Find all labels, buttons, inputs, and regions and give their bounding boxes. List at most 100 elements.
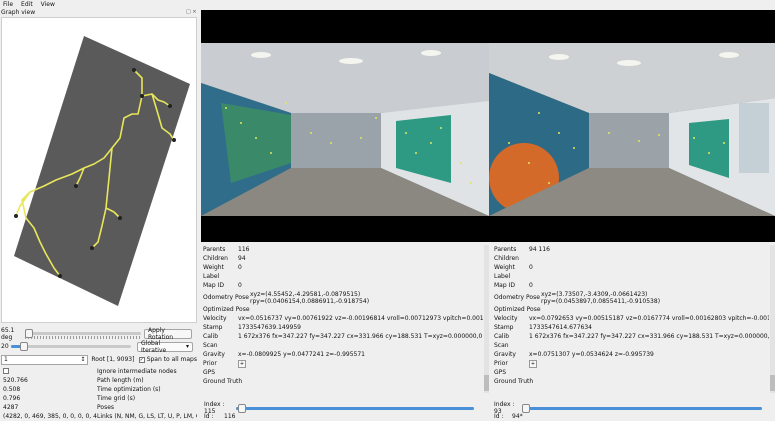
iterations-slider[interactable] <box>11 342 131 351</box>
menu-bar: File Edit View <box>0 0 775 9</box>
left-index-slider[interactable] <box>236 403 474 413</box>
ignore-intermediate-label: Ignore intermediate nodes <box>97 368 177 375</box>
prop-key: Stamp <box>494 324 514 331</box>
stat-label: Time optimization (s) <box>97 386 161 393</box>
left-image-svg <box>201 43 489 216</box>
prop-row-prior: Prior + <box>494 359 769 368</box>
graph-view-title: Graph view <box>1 9 36 16</box>
graph-view-canvas[interactable] <box>1 17 197 323</box>
image-view-area[interactable] <box>201 10 775 242</box>
prop-row-calib: Calib 1 672x376 fx=347.227 fy=347.227 cx=… <box>203 332 483 341</box>
ignore-intermediate-checkbox[interactable] <box>3 367 9 374</box>
optimizer-combo-value: Global Iterative <box>141 339 167 354</box>
prop-row-gravity: Gravity x=-0.0809925 y=0.0477241 z=-0.995… <box>203 350 483 359</box>
right-index-slider-fill <box>522 406 762 410</box>
right-index-slider[interactable] <box>522 403 762 413</box>
left-props-scrollbar[interactable] <box>484 245 489 393</box>
menu-view[interactable]: View <box>41 1 55 8</box>
prop-row-scan: Scan <box>203 341 483 350</box>
root-spinbox[interactable]: 1 ↕ <box>1 354 89 365</box>
prop-value: 0 <box>529 264 533 271</box>
right-id-value: 94* <box>512 412 523 420</box>
prop-key: Calib <box>494 333 510 340</box>
spin-arrows-icon[interactable]: ↕ <box>80 356 85 363</box>
prop-value: xyz=(3.73507,-3.4309,-0.0661423) rpy=(0.… <box>541 290 661 305</box>
left-index-slider-fill <box>236 406 474 410</box>
stat-row: 0.508 Time optimization (s) <box>3 385 197 394</box>
rotation-row: 65.1 deg Apply Rotation <box>1 326 197 341</box>
prop-value: 0 <box>529 282 533 289</box>
prop-row-ground-truth: Ground Truth <box>203 377 483 386</box>
prior-expand-button[interactable]: + <box>238 359 246 368</box>
iterations-slider-handle[interactable] <box>20 342 28 351</box>
prop-value: 94 <box>238 255 246 262</box>
prop-row-parents: Parents 116 <box>203 245 483 254</box>
apply-rotation-button[interactable]: Apply Rotation <box>144 327 192 341</box>
prop-row-weight: Weight 0 <box>494 263 769 272</box>
stat-value: 0.796 <box>3 395 21 402</box>
prop-row-odometry-pose: Odometry Pose xyz=(3.73507,-3.4309,-0.066… <box>494 290 769 305</box>
prop-row-gravity: Gravity x=0.0751307 y=0.0534624 z=-0.9957… <box>494 350 769 359</box>
iterations-value: 20 <box>1 343 9 350</box>
stat-value: (4282, 0, 469, 385, 0, 0, 0, 0, 4287) <box>3 413 97 420</box>
rotation-slider-handle[interactable] <box>25 329 33 338</box>
left-index-slider-handle[interactable] <box>238 403 246 413</box>
prop-key: Label <box>203 273 220 280</box>
prop-key: Weight <box>203 264 224 271</box>
prop-row-stamp: Stamp 1733547639.149959 <box>203 323 483 332</box>
prop-key: Optimized Pose <box>494 306 541 313</box>
prop-key: Ground Truth <box>203 378 243 385</box>
prop-row-parents: Parents 94 116 <box>494 245 769 254</box>
prop-row-children: Children 94 <box>203 254 483 263</box>
root-spinbox-value: 1 <box>4 356 8 363</box>
prop-value: 1 672x376 fx=347.227 fy=347.227 cx=331.9… <box>238 333 483 340</box>
prop-value: vx=0.0792653 vy=0.00515187 vz=0.0167774 … <box>529 315 769 322</box>
prop-row-ground-truth: Ground Truth <box>494 377 769 386</box>
right-image-svg <box>489 43 775 216</box>
prop-key: GPS <box>494 369 507 376</box>
prop-key: Weight <box>494 264 515 271</box>
prop-value: 116 <box>238 246 250 253</box>
stat-label: Time grid (s) <box>97 395 136 402</box>
prop-row-map-id: Map ID 0 <box>203 281 483 290</box>
rotation-slider[interactable] <box>25 329 141 339</box>
dock-float-close-icon[interactable]: □ × <box>186 9 197 15</box>
right-index-slider-handle[interactable] <box>522 403 530 413</box>
prop-row-scan: Scan <box>494 341 769 350</box>
prop-row-children: Children <box>494 254 769 263</box>
menu-edit[interactable]: Edit <box>21 1 33 8</box>
right-camera-image <box>489 43 775 216</box>
right-index-control: Index : 93 Id : 94* <box>494 401 769 420</box>
prop-key: Scan <box>203 342 218 349</box>
stat-label: Links (N, NM, G, LS, LT, U, P, LM, GR) <box>97 413 197 420</box>
prop-row-odometry-pose: Odometry Pose xyz=(4.55452,-4.29581,-0.08… <box>203 290 483 305</box>
prop-key: Ground Truth <box>494 378 534 385</box>
stat-value: 0.508 <box>3 386 21 393</box>
prop-key: Optimized Pose <box>203 306 250 313</box>
prop-key: Velocity <box>494 315 518 322</box>
prop-key: Stamp <box>203 324 223 331</box>
optimizer-combo[interactable]: Global Iterative ▾ <box>137 339 193 354</box>
prop-row-velocity: Velocity vx=0.0792653 vy=0.00515187 vz=0.… <box>494 314 769 323</box>
prop-row-stamp: Stamp 1733547614.677634 <box>494 323 769 332</box>
prop-row-weight: Weight 0 <box>203 263 483 272</box>
left-props-scroll-thumb[interactable] <box>484 375 489 391</box>
prop-key: Odometry Pose <box>494 294 540 301</box>
prop-value: 0 <box>238 264 242 271</box>
stat-row: (4282, 0, 469, 385, 0, 0, 0, 0, 4287) Li… <box>3 412 197 421</box>
graph-stats: Ignore intermediate nodes 520.766 Path l… <box>3 367 197 421</box>
prop-value: 94 116 <box>529 246 550 253</box>
prop-key: Parents <box>494 246 517 253</box>
rotation-value: 65.1 deg <box>1 326 15 341</box>
right-props-scrollbar[interactable] <box>770 245 775 393</box>
prop-value: x=0.0751307 y=0.0534624 z=-0.995739 <box>529 351 654 358</box>
right-props-scroll-thumb[interactable] <box>770 375 775 391</box>
stat-label: Path length (m) <box>97 377 144 384</box>
ignore-intermediate-row: Ignore intermediate nodes <box>3 367 197 376</box>
stat-row: 0.796 Time grid (s) <box>3 394 197 403</box>
prop-key: Prior <box>494 360 508 367</box>
menu-file[interactable]: File <box>3 1 13 8</box>
prop-key: Odometry Pose <box>203 294 249 301</box>
span-all-maps-checkbox[interactable]: ✓ <box>138 356 145 363</box>
prior-expand-button[interactable]: + <box>529 359 537 368</box>
